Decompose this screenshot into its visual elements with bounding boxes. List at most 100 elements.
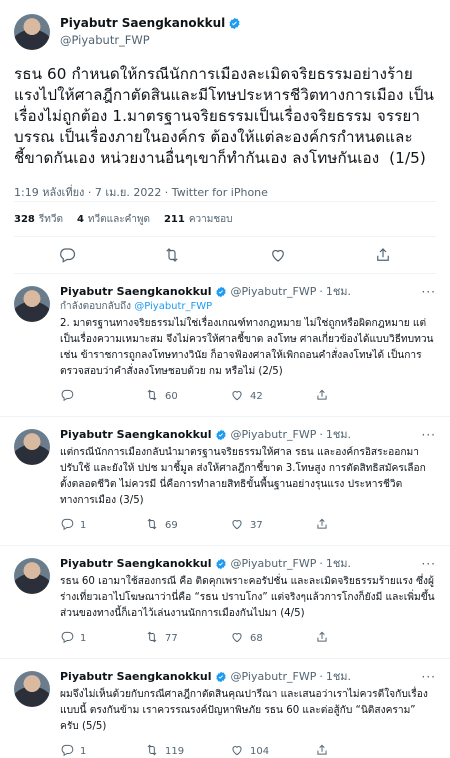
retweet-button[interactable]: 69 bbox=[145, 517, 230, 534]
reply-time[interactable]: 1ชม. bbox=[326, 556, 351, 572]
like-icon[interactable] bbox=[230, 630, 244, 647]
reply-time[interactable]: 1ชม. bbox=[326, 669, 351, 685]
reply-text: แต่กรณีนักการเมืองกลับนำมาตรฐานจริยธรรมใ… bbox=[60, 447, 426, 506]
reply-button[interactable]: 1 bbox=[60, 743, 145, 758]
like-stat[interactable]: 211 ความชอบ bbox=[164, 212, 233, 227]
retweet-button[interactable]: 60 bbox=[145, 388, 230, 405]
replying-to-mention[interactable]: @Piyabutr_FWP bbox=[134, 301, 212, 312]
reply-tweet[interactable]: Piyabutr Saengkanokkul @Piyabutr_FWP · 1ชม.… bbox=[0, 659, 450, 758]
like-icon[interactable] bbox=[267, 244, 289, 266]
separator-dot: · bbox=[319, 428, 323, 441]
retweet-button[interactable]: 77 bbox=[145, 630, 230, 647]
replying-to: กำลังตอบกลับถึง @Piyabutr_FWP bbox=[60, 301, 213, 312]
like-count: 37 bbox=[250, 519, 263, 531]
share-icon[interactable] bbox=[315, 388, 329, 405]
share-button[interactable] bbox=[315, 743, 400, 758]
like-icon[interactable] bbox=[230, 743, 244, 758]
reply-tweet[interactable]: Piyabutr Saengkanokkul @Piyabutr_FWP · 1ชม.… bbox=[0, 417, 450, 546]
author-handle[interactable]: @Piyabutr_FWP bbox=[231, 556, 317, 572]
author-handle[interactable]: @Piyabutr_FWP bbox=[60, 32, 241, 49]
reply-text: 2. มาตรฐานทางจริยธรรมไม่ใช่เรื่องเกณฑ์ทา… bbox=[60, 318, 434, 377]
share-button[interactable] bbox=[315, 630, 400, 647]
verified-badge-icon bbox=[215, 429, 228, 442]
more-options-icon[interactable]: ··· bbox=[422, 669, 436, 685]
retweet-icon[interactable] bbox=[161, 244, 183, 266]
retweet-icon[interactable] bbox=[145, 630, 159, 647]
author-handle[interactable]: @Piyabutr_FWP bbox=[231, 669, 317, 685]
retweet-count: 69 bbox=[165, 519, 178, 531]
reply-button[interactable]: 1 bbox=[60, 630, 145, 647]
author-name[interactable]: Piyabutr Saengkanokkul bbox=[60, 284, 212, 300]
like-icon[interactable] bbox=[230, 517, 244, 534]
author-block: Piyabutr Saengkanokkul @Piyabutr_FWP bbox=[60, 15, 241, 49]
reply-body: Piyabutr Saengkanokkul @Piyabutr_FWP · 1ชม.… bbox=[60, 556, 436, 652]
retweet-icon[interactable] bbox=[145, 743, 159, 758]
reply-header: Piyabutr Saengkanokkul @Piyabutr_FWP · 1ชม.… bbox=[60, 556, 436, 572]
reply-actions: 1 69 37 bbox=[60, 511, 436, 539]
author-name[interactable]: Piyabutr Saengkanokkul bbox=[60, 427, 212, 443]
verified-badge-icon bbox=[228, 17, 241, 30]
tweet-stats: 328 รีทวีต 4 ทวีตและคำพูด 211 ความชอบ bbox=[14, 202, 436, 236]
reply-count: 1 bbox=[80, 632, 87, 644]
share-button[interactable] bbox=[315, 517, 400, 534]
share-icon[interactable] bbox=[315, 630, 329, 647]
quote-stat[interactable]: 4 ทวีตและคำพูด bbox=[77, 212, 150, 227]
main-tweet: Piyabutr Saengkanokkul @Piyabutr_FWP รธน… bbox=[0, 0, 450, 274]
share-icon[interactable] bbox=[315, 743, 329, 758]
retweet-count: 119 bbox=[165, 745, 185, 757]
more-options-icon[interactable]: ··· bbox=[422, 556, 436, 572]
retweet-count: 77 bbox=[165, 632, 178, 644]
verified-badge-icon bbox=[215, 558, 228, 571]
share-icon[interactable] bbox=[315, 517, 329, 534]
reply-header: Piyabutr Saengkanokkul @Piyabutr_FWP · 1ชม.… bbox=[60, 427, 436, 443]
verified-badge-icon bbox=[215, 671, 228, 684]
like-count: 68 bbox=[250, 632, 263, 644]
tweet-timestamp[interactable]: 1:19 หลังเที่ยง · 7 เม.ย. 2022 · Twitter… bbox=[14, 183, 436, 201]
main-tweet-header: Piyabutr Saengkanokkul @Piyabutr_FWP bbox=[14, 10, 436, 54]
reply-icon[interactable] bbox=[56, 244, 78, 266]
reply-icon[interactable] bbox=[60, 517, 74, 534]
retweet-stat[interactable]: 328 รีทวีต bbox=[14, 212, 63, 227]
reply-count: 1 bbox=[80, 745, 87, 757]
like-button[interactable]: 104 bbox=[230, 743, 315, 758]
avatar[interactable] bbox=[14, 286, 50, 322]
retweet-button[interactable]: 119 bbox=[145, 743, 230, 758]
reply-thread: Piyabutr Saengkanokkul @Piyabutr_FWP · 1ชม.… bbox=[0, 274, 450, 758]
reply-header: Piyabutr Saengkanokkul @Piyabutr_FWP · 1ชม.… bbox=[60, 284, 436, 300]
reply-tweet[interactable]: Piyabutr Saengkanokkul @Piyabutr_FWP · 1ชม.… bbox=[0, 546, 450, 659]
separator-dot: · bbox=[319, 285, 323, 298]
reply-time[interactable]: 1ชม. bbox=[326, 427, 351, 443]
reply-body: Piyabutr Saengkanokkul @Piyabutr_FWP · 1ชม.… bbox=[60, 284, 436, 410]
retweet-count: 60 bbox=[165, 390, 178, 402]
more-options-icon[interactable]: ··· bbox=[422, 427, 436, 443]
separator-dot: · bbox=[319, 557, 323, 570]
author-handle[interactable]: @Piyabutr_FWP bbox=[231, 427, 317, 443]
author-name[interactable]: Piyabutr Saengkanokkul bbox=[60, 15, 225, 32]
more-options-icon[interactable]: ··· bbox=[422, 284, 436, 300]
reply-count: 1 bbox=[80, 519, 87, 531]
avatar[interactable] bbox=[14, 429, 50, 465]
reply-time[interactable]: 1ชม. bbox=[326, 284, 351, 300]
avatar[interactable] bbox=[14, 558, 50, 594]
reply-tweet[interactable]: Piyabutr Saengkanokkul @Piyabutr_FWP · 1ชม.… bbox=[0, 274, 450, 417]
author-name[interactable]: Piyabutr Saengkanokkul bbox=[60, 669, 212, 685]
author-handle[interactable]: @Piyabutr_FWP bbox=[231, 284, 317, 300]
like-icon[interactable] bbox=[230, 388, 244, 405]
like-count: 42 bbox=[250, 390, 263, 402]
avatar[interactable] bbox=[14, 671, 50, 707]
like-button[interactable]: 37 bbox=[230, 517, 315, 534]
main-tweet-actions bbox=[14, 237, 436, 273]
retweet-icon[interactable] bbox=[145, 517, 159, 534]
reply-button[interactable]: 1 bbox=[60, 517, 145, 534]
like-button[interactable]: 68 bbox=[230, 630, 315, 647]
share-button[interactable] bbox=[315, 388, 400, 405]
share-icon[interactable] bbox=[372, 244, 394, 266]
reply-icon[interactable] bbox=[60, 630, 74, 647]
like-button[interactable]: 42 bbox=[230, 388, 315, 405]
retweet-icon[interactable] bbox=[145, 388, 159, 405]
author-name[interactable]: Piyabutr Saengkanokkul bbox=[60, 556, 212, 572]
reply-button[interactable] bbox=[60, 388, 145, 405]
reply-icon[interactable] bbox=[60, 388, 74, 405]
reply-icon[interactable] bbox=[60, 743, 74, 758]
avatar[interactable] bbox=[14, 14, 50, 50]
